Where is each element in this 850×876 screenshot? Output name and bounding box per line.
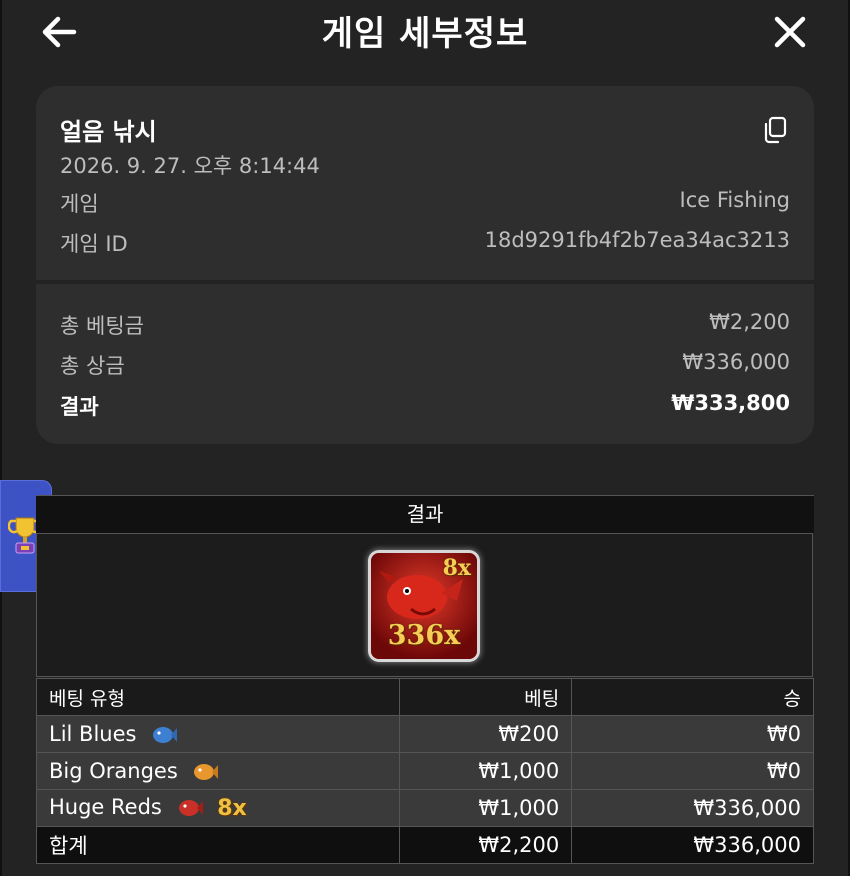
red-fish-card: 8x 336x bbox=[371, 553, 477, 659]
table-header-row: 베팅 유형 베팅 승 bbox=[35, 678, 814, 716]
screen: 게임 세부정보 얼음 낚시 2026. 9. 27. 오후 8:14:44 게임… bbox=[0, 0, 850, 876]
bet-type-label: Huge Reds bbox=[49, 795, 162, 820]
bet-amount-cell: ₩1,000 bbox=[399, 789, 573, 827]
bet-type-cell: Huge Reds 8x bbox=[35, 789, 401, 827]
orange-fish-icon bbox=[194, 764, 219, 780]
bet-type-label: Lil Blues bbox=[49, 722, 137, 746]
result-value: ₩333,800 bbox=[671, 391, 790, 415]
total-bet-cell: ₩2,200 bbox=[399, 826, 573, 864]
blue-fish-icon bbox=[153, 727, 178, 743]
column-header-bet: 베팅 bbox=[399, 678, 573, 716]
table-row: Big Oranges ₩1,000 ₩0 bbox=[35, 752, 814, 790]
game-id-label: 게임 ID bbox=[60, 232, 128, 256]
result-image-area: 8x 336x bbox=[36, 533, 813, 677]
bet-amount-cell: ₩1,000 bbox=[399, 752, 573, 790]
summary-card: 총 베팅금 ₩2,200 총 상금 ₩336,000 결과 ₩333,800 bbox=[36, 284, 814, 444]
card-multiplier-top: 8x bbox=[442, 555, 471, 581]
table-total-row: 합계 ₩2,200 ₩336,000 bbox=[35, 826, 814, 864]
column-header-win: 승 bbox=[571, 678, 814, 716]
copy-icon bbox=[764, 116, 787, 144]
page-title: 게임 세부정보 bbox=[321, 14, 529, 54]
game-label: 게임 bbox=[60, 192, 99, 216]
close-button[interactable] bbox=[770, 12, 810, 52]
game-id-value: 18d9291fb4f2b7ea34ac3213 bbox=[484, 228, 790, 252]
bet-type-label: Big Oranges bbox=[49, 759, 178, 783]
copy-button[interactable] bbox=[762, 116, 788, 144]
total-win-cell: ₩336,000 bbox=[571, 826, 814, 864]
game-value: Ice Fishing bbox=[679, 188, 790, 212]
table-row: Huge Reds 8x ₩1,000 ₩336,000 bbox=[35, 789, 814, 827]
win-amount-cell: ₩0 bbox=[571, 752, 814, 790]
card-multiplier-main: 336x bbox=[387, 620, 461, 651]
header: 게임 세부정보 bbox=[0, 0, 850, 64]
bet-amount-cell: ₩200 bbox=[399, 715, 573, 753]
total-prize-value: ₩336,000 bbox=[682, 350, 790, 374]
game-datetime: 2026. 9. 27. 오후 8:14:44 bbox=[60, 154, 320, 178]
game-info-card: 얼음 낚시 2026. 9. 27. 오후 8:14:44 게임 Ice Fis… bbox=[36, 86, 814, 280]
result-label: 결과 bbox=[60, 395, 99, 419]
red-fish-icon bbox=[178, 800, 203, 817]
multiplier-badge: 8x bbox=[217, 795, 247, 821]
bet-type-cell: Lil Blues bbox=[35, 715, 401, 753]
win-amount-cell: ₩0 bbox=[571, 715, 814, 753]
win-amount-cell: ₩336,000 bbox=[571, 789, 814, 827]
game-name: 얼음 낚시 bbox=[60, 118, 157, 146]
total-label-cell: 합계 bbox=[35, 826, 401, 864]
column-header-type: 베팅 유형 bbox=[35, 678, 401, 716]
total-prize-label: 총 상금 bbox=[60, 354, 125, 378]
total-bet-label: 총 베팅금 bbox=[60, 314, 144, 338]
total-bet-value: ₩2,200 bbox=[709, 310, 790, 334]
left-edge bbox=[0, 0, 2, 876]
results-heading: 결과 bbox=[36, 495, 814, 533]
close-icon bbox=[774, 16, 806, 48]
bet-type-cell: Big Oranges bbox=[35, 752, 401, 790]
bets-table: 베팅 유형 베팅 승 Lil Blues ₩200 ₩0 Big Oranges bbox=[35, 678, 814, 864]
table-row: Lil Blues ₩200 ₩0 bbox=[35, 715, 814, 753]
